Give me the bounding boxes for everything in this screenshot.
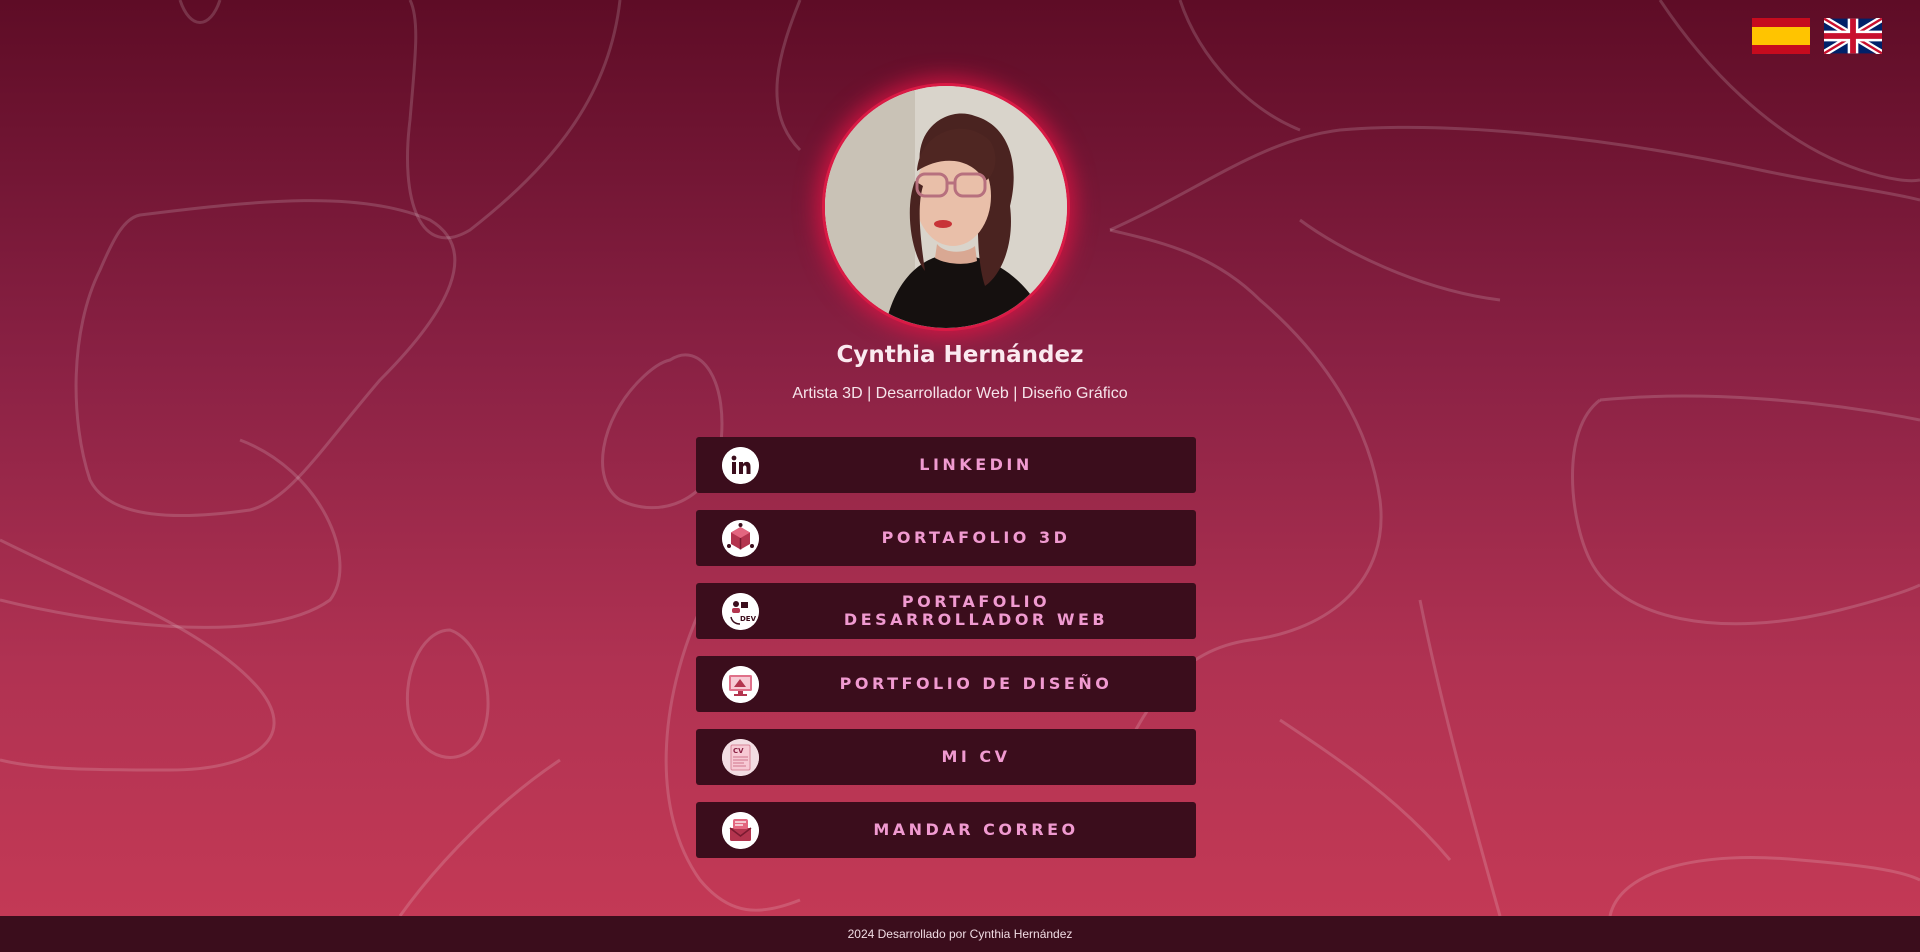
svg-text:CV: CV — [733, 747, 744, 755]
email-envelope-icon — [722, 812, 759, 849]
web-dev-icon: DEV — [722, 593, 759, 630]
portfolio-web-dev-button[interactable]: DEV PORTAFOLIO DESARROLLADOR WEB — [696, 583, 1196, 639]
footer-text: 2024 Desarrollado por Cynthia Hernández — [847, 927, 1073, 941]
spain-flag-icon — [1752, 18, 1810, 54]
profile-avatar — [825, 86, 1067, 328]
send-email-button[interactable]: MANDAR CORREO — [696, 802, 1196, 858]
linkedin-label: LINKEDIN — [919, 455, 1033, 474]
language-english[interactable] — [1824, 18, 1882, 54]
cv-document-icon: CV — [722, 739, 759, 776]
portfolio-3d-button[interactable]: PORTAFOLIO 3D — [696, 510, 1196, 566]
portfolio-web-dev-label: PORTAFOLIO DESARROLLADOR WEB — [843, 592, 1109, 629]
send-email-label: MANDAR CORREO — [873, 820, 1079, 839]
portfolio-design-label: PORTFOLIO DE DISEÑO — [839, 674, 1113, 693]
profile-photo — [825, 86, 1067, 328]
linkedin-button[interactable]: LINKEDIN — [696, 437, 1196, 493]
portfolio-design-button[interactable]: PORTFOLIO DE DISEÑO — [696, 656, 1196, 712]
cv-label: MI CV — [941, 747, 1011, 766]
uk-flag-icon — [1824, 18, 1882, 54]
language-selector — [1752, 18, 1882, 54]
profile-name: Cynthia Hernández — [836, 342, 1084, 368]
portfolio-3d-label: PORTAFOLIO 3D — [881, 528, 1071, 547]
svg-text:DEV: DEV — [740, 615, 757, 623]
link-list: LINKEDIN PORTAFOLIO 3D DEV PORTAFOLIO DE… — [696, 437, 1196, 875]
linkedin-icon — [722, 447, 759, 484]
cube-3d-icon — [722, 520, 759, 557]
profile-tagline: Artista 3D | Desarrollador Web | Diseño … — [792, 385, 1128, 402]
design-monitor-icon — [722, 666, 759, 703]
cv-button[interactable]: CV MI CV — [696, 729, 1196, 785]
language-spanish[interactable] — [1752, 18, 1810, 54]
footer: 2024 Desarrollado por Cynthia Hernández — [0, 916, 1920, 952]
